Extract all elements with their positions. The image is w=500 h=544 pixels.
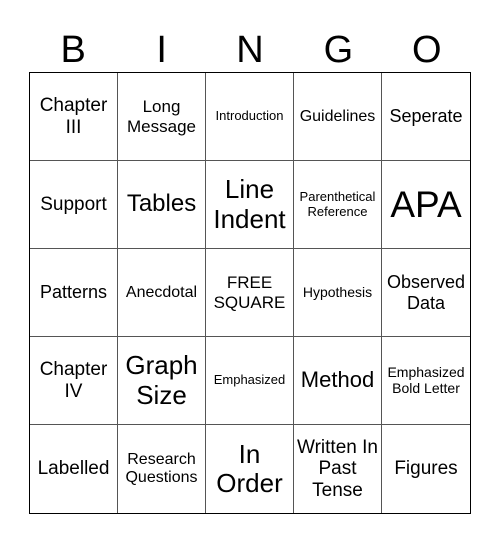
header-letter-o: O [412,29,442,71]
bingo-cell[interactable]: Chapter III [30,73,118,161]
header-letter-i: I [156,29,167,71]
bingo-cell[interactable]: Introduction [206,73,294,161]
bingo-cell[interactable]: Long Message [118,73,206,161]
bingo-cell[interactable]: Figures [382,425,470,513]
bingo-cell[interactable]: Seperate [382,73,470,161]
bingo-cell[interactable]: Anecdotal [118,249,206,337]
bingo-cell[interactable]: Chapter IV [30,337,118,425]
bingo-cell[interactable]: Support [30,161,118,249]
bingo-cell[interactable]: APA [382,161,470,249]
bingo-card: Chapter III Long Message Introduction Gu… [29,72,471,514]
bingo-cell[interactable]: Labelled [30,425,118,513]
bingo-cell[interactable]: Patterns [30,249,118,337]
bingo-cell[interactable]: Guidelines [294,73,382,161]
bingo-cell[interactable]: Method [294,337,382,425]
bingo-cell[interactable]: Observed Data [382,249,470,337]
bingo-cell[interactable]: Parenthetical Reference [294,161,382,249]
bingo-cell[interactable]: Hypothesis [294,249,382,337]
bingo-cell[interactable]: Emphasized [206,337,294,425]
header-letter-n: N [236,29,264,71]
bingo-cell[interactable]: Written In Past Tense [294,425,382,513]
bingo-cell[interactable]: Line Indent [206,161,294,249]
bingo-header: B I N G O [29,28,471,72]
header-letter-b: B [60,29,86,71]
bingo-cell[interactable]: Research Questions [118,425,206,513]
bingo-cell[interactable]: Graph Size [118,337,206,425]
bingo-cell[interactable]: Tables [118,161,206,249]
bingo-cell[interactable]: Emphasized Bold Letter [382,337,470,425]
bingo-cell[interactable]: In Order [206,425,294,513]
free-square[interactable]: FREE SQUARE [206,249,294,337]
header-letter-g: G [323,29,354,71]
